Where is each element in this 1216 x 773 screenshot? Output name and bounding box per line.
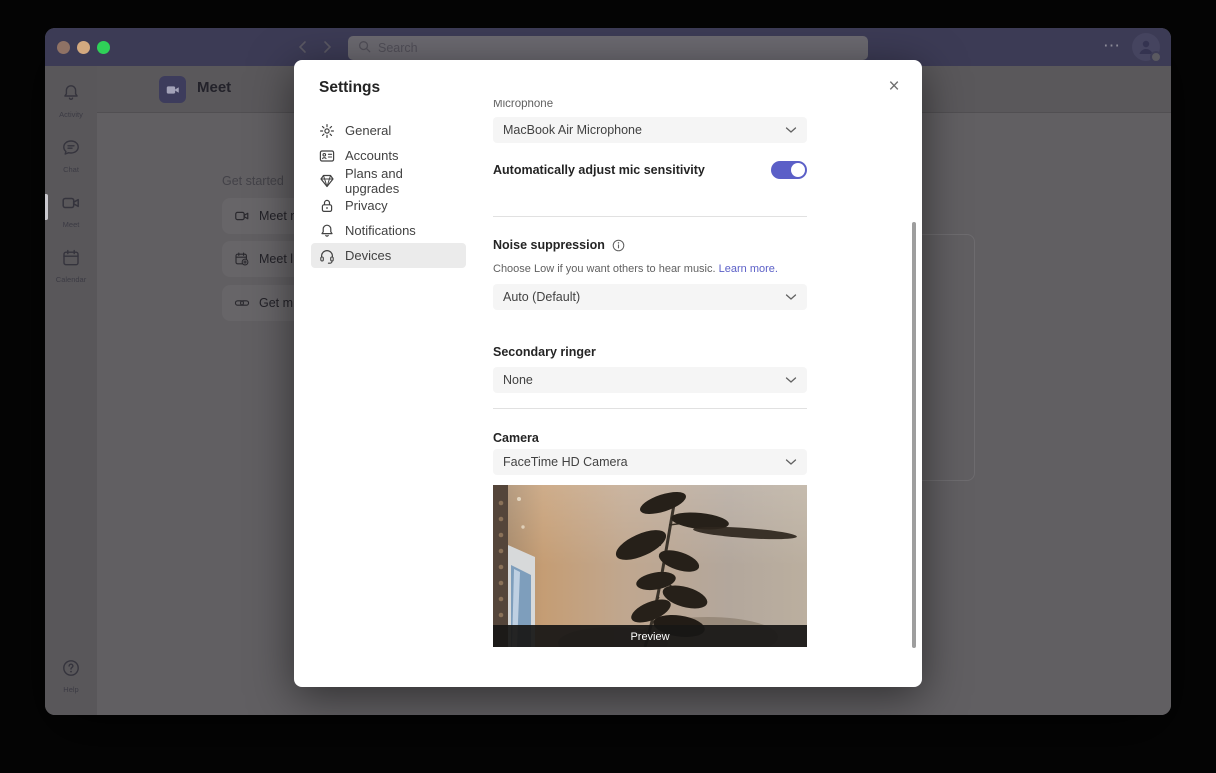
search-input[interactable]: Search <box>348 36 868 60</box>
bell-icon <box>61 83 81 108</box>
divider <box>493 408 807 409</box>
avatar[interactable] <box>1132 33 1160 61</box>
chevron-down-icon <box>785 126 797 134</box>
mic-sensitivity-toggle[interactable] <box>771 161 807 179</box>
preview-label: Preview <box>630 631 669 643</box>
learn-more-link[interactable]: Learn more. <box>719 263 778 275</box>
settings-nav: General Accounts Plans and upgrades Priv… <box>311 118 466 268</box>
calendar-plus-icon <box>234 251 250 267</box>
get-started-heading: Get started <box>222 174 284 188</box>
microphone-label: Microphone <box>493 100 807 110</box>
sidebar-item-calendar[interactable]: Calendar <box>45 241 97 291</box>
divider <box>493 216 807 217</box>
sidebar-item-activity[interactable]: Activity <box>45 76 97 126</box>
chat-icon <box>61 138 81 163</box>
sidebar-item-meet[interactable]: Meet <box>45 186 97 236</box>
settings-title: Settings <box>319 79 380 97</box>
sidebar: Activity Chat Meet Calendar <box>45 66 97 715</box>
back-arrow-icon[interactable] <box>294 38 312 56</box>
search-icon <box>358 40 371 56</box>
camera-dropdown[interactable]: FaceTime HD Camera <box>493 449 807 475</box>
calendar-icon <box>61 248 81 273</box>
teams-window: Search ⋯ Activity Chat <box>45 28 1171 715</box>
secondary-ringer-dropdown[interactable]: None <box>493 367 807 393</box>
more-options-icon[interactable]: ⋯ <box>1103 36 1122 56</box>
sidebar-item-chat[interactable]: Chat <box>45 131 97 181</box>
gem-icon <box>319 173 335 189</box>
settings-modal: Settings × General Accounts Plans and up… <box>294 60 922 687</box>
camera-preview: Preview <box>493 485 807 647</box>
forward-arrow-icon[interactable] <box>318 38 336 56</box>
devices-settings-panel: Microphone MacBook Air Microphone Automa… <box>493 100 807 685</box>
chevron-down-icon <box>785 293 797 301</box>
video-camera-icon <box>61 193 81 218</box>
id-card-icon <box>319 148 335 164</box>
noise-suppression-label: Noise suppression <box>493 238 605 252</box>
close-window-button[interactable] <box>57 41 70 54</box>
page-title: Meet <box>197 79 231 96</box>
close-icon[interactable]: × <box>883 76 905 98</box>
link-icon <box>234 295 250 311</box>
secondary-ringer-label: Secondary ringer <box>493 345 807 359</box>
info-icon[interactable] <box>612 239 625 252</box>
video-camera-icon <box>234 208 250 224</box>
fullscreen-window-button[interactable] <box>97 41 110 54</box>
status-badge <box>1150 51 1162 63</box>
chevron-down-icon <box>785 376 797 384</box>
noise-suppression-description: Choose Low if you want others to hear mu… <box>493 263 716 275</box>
modal-scrollbar[interactable] <box>912 222 916 648</box>
headset-icon <box>319 248 335 264</box>
settings-nav-privacy[interactable]: Privacy <box>311 193 466 218</box>
minimize-window-button[interactable] <box>77 41 90 54</box>
gear-icon <box>319 123 335 139</box>
microphone-dropdown[interactable]: MacBook Air Microphone <box>493 117 807 143</box>
toggle-knob <box>791 163 805 177</box>
mic-sensitivity-label: Automatically adjust mic sensitivity <box>493 163 705 177</box>
bell-icon <box>319 223 335 239</box>
settings-nav-general[interactable]: General <box>311 118 466 143</box>
noise-suppression-dropdown[interactable]: Auto (Default) <box>493 284 807 310</box>
sidebar-item-help[interactable]: Help <box>45 651 97 701</box>
camera-label: Camera <box>493 431 807 445</box>
search-placeholder: Search <box>378 41 418 55</box>
settings-nav-plans[interactable]: Plans and upgrades <box>311 168 466 193</box>
settings-nav-notifications[interactable]: Notifications <box>311 218 466 243</box>
settings-nav-accounts[interactable]: Accounts <box>311 143 466 168</box>
lock-icon <box>319 198 335 214</box>
meet-app-icon <box>159 76 186 103</box>
help-icon <box>61 658 81 683</box>
settings-nav-devices[interactable]: Devices <box>311 243 466 268</box>
chevron-down-icon <box>785 458 797 466</box>
